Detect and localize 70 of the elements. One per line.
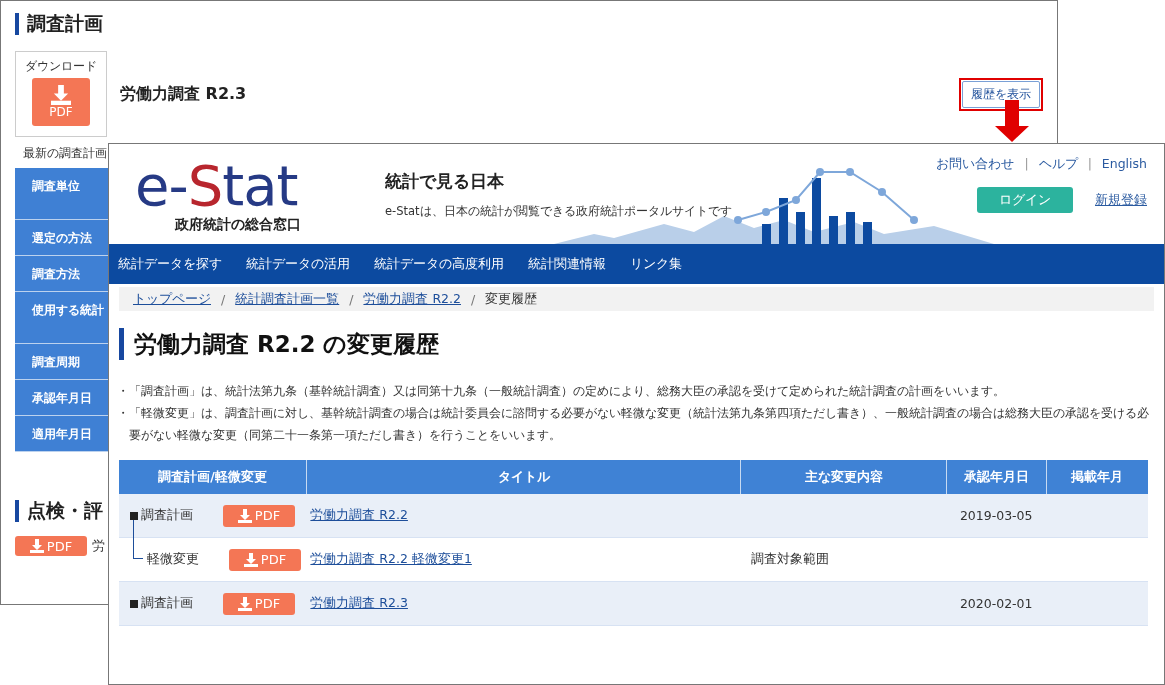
link-text: 労: [92, 537, 105, 555]
header-link[interactable]: ヘルプ: [1038, 156, 1078, 173]
breadcrumb-separator: /: [221, 291, 226, 307]
section-heading: 調査計画: [27, 11, 103, 36]
tree-connector: [133, 520, 143, 559]
chart-point: [734, 216, 742, 224]
side-menu-item[interactable]: 選定の方法: [15, 220, 108, 256]
table-cell: 2019-03-05: [959, 508, 1033, 523]
link-separator: |: [1087, 156, 1092, 173]
side-menu-item[interactable]: 調査方法: [15, 256, 108, 292]
column-header: 承認年月日: [946, 460, 1047, 494]
column-header: 掲載年月: [1046, 460, 1148, 494]
title-link[interactable]: 労働力調査 R2.3: [306, 595, 408, 610]
bullet: ・: [117, 383, 129, 400]
header-link[interactable]: English: [1101, 156, 1147, 173]
side-menu-item[interactable]: 適用年月日: [15, 416, 108, 452]
document-title: 労働力調査 R2.3: [120, 83, 248, 105]
breadcrumb-link[interactable]: トップページ: [133, 290, 211, 308]
page-heading: 労働力調査 R2.2 の変更履歴: [134, 329, 440, 359]
download-icon: [51, 85, 71, 105]
link-separator: |: [1024, 156, 1029, 173]
section-heading: 点検・評: [27, 498, 103, 523]
side-menu-item[interactable]: 使用する統計: [15, 292, 108, 344]
square-marker: [130, 599, 138, 608]
nav-item[interactable]: 統計関連情報: [528, 255, 606, 273]
table-cell: 2020-02-01: [959, 596, 1033, 611]
breadcrumb-separator: /: [471, 291, 476, 307]
download-icon: [237, 596, 252, 611]
chart-point: [792, 196, 800, 204]
download-label: ダウンロード: [25, 58, 97, 75]
title-link[interactable]: 労働力調査 R2.2 軽微変更1: [306, 551, 472, 566]
chart-point: [878, 188, 886, 196]
logo-subtitle: 政府統計の総合窓口: [175, 216, 302, 234]
chart-point: [910, 216, 918, 224]
history-button[interactable]: 履歴を表示: [962, 80, 1040, 108]
nav-item[interactable]: 統計データを探す: [118, 255, 222, 273]
nav-item[interactable]: 統計データの高度利用: [374, 255, 504, 273]
row-type-label: 軽微変更: [147, 551, 200, 568]
site-description: e-Statは、日本の統計が閲覧できる政府統計ポータルサイトです: [385, 204, 732, 219]
square-marker: [130, 511, 138, 520]
breadcrumb-current: 変更履歴: [485, 290, 538, 308]
nav-item[interactable]: 統計データの活用: [246, 255, 350, 273]
breadcrumb-link[interactable]: 統計調査計画一覧: [235, 290, 340, 308]
download-icon: [29, 539, 44, 553]
side-menu-item[interactable]: 調査周期: [15, 344, 108, 380]
note-text: 「調査計画」は、統計法第九条（基幹統計調査）又は同第十九条（一般統計調査）の定めにより、総務大臣の承認を受けて定められた統計調査の計画をいいます。: [129, 383, 1005, 400]
header-link[interactable]: お問い合わせ: [936, 156, 1015, 173]
chart-point: [762, 208, 770, 216]
row-type-label: 調査計画: [141, 507, 194, 524]
title-link[interactable]: 労働力調査 R2.2: [306, 507, 408, 522]
description-text: 最新の調査計画: [23, 145, 108, 162]
side-menu-item[interactable]: 調査単位: [15, 168, 108, 220]
column-header: タイトル: [306, 460, 741, 494]
bullet: ・: [117, 405, 129, 422]
column-header: 調査計画/軽微変更: [119, 460, 307, 494]
site-tagline: 統計で見る日本: [385, 170, 505, 193]
download-icon: [237, 508, 252, 523]
note-text: 「軽微変更」は、調査計画に対し、基幹統計調査の場合は統計委員会に諮問する必要がない軽微な変更（統計法第九条第四項ただし書き）、一般統計調査の場合は総務大臣の承認を受ける必要がない軽微な変更（同第二十一条第一項ただし書き）を行うことをいいます。: [129, 405, 1150, 444]
table-cell: 調査対象範囲: [750, 551, 829, 566]
logo-text: e-Stat: [135, 158, 299, 214]
download-icon: [243, 552, 258, 567]
nav-item[interactable]: リンク集: [630, 255, 682, 273]
breadcrumb-separator: /: [349, 291, 354, 307]
column-header: 主な変更内容: [740, 460, 947, 494]
register-link[interactable]: 新規登録: [1095, 191, 1147, 209]
chart-point: [816, 168, 824, 176]
side-menu-item[interactable]: 承認年月日: [15, 380, 108, 416]
chart-point: [846, 168, 854, 176]
row-type-label: 調査計画: [141, 595, 194, 612]
breadcrumb-link[interactable]: 労働力調査 R2.2: [363, 290, 461, 308]
